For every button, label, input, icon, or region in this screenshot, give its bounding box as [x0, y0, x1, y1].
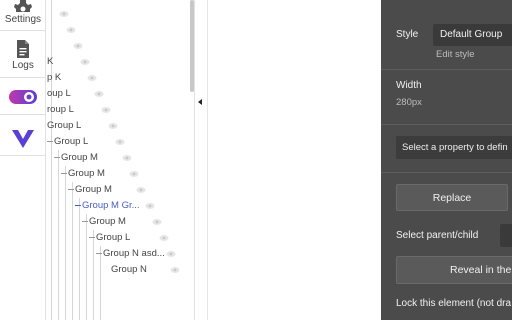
tree-item[interactable]: Group M	[68, 181, 112, 197]
eye-icon[interactable]	[80, 58, 90, 66]
tree-item[interactable]: Group L	[47, 133, 88, 149]
eye-icon[interactable]	[136, 186, 146, 194]
lock-element-label[interactable]: Lock this element (not dra	[396, 298, 511, 309]
rail-divider	[0, 77, 46, 78]
tree-item-label: Group M	[68, 167, 105, 179]
tree-item-label: K	[47, 55, 54, 67]
tree-item[interactable]: roup L	[47, 101, 74, 117]
tree-item-label: oup L	[47, 87, 71, 99]
logs-button[interactable]: Logs	[0, 40, 46, 71]
section-divider	[381, 69, 512, 70]
tree-item[interactable]: Group M	[54, 149, 98, 165]
section-divider	[381, 124, 512, 125]
style-dropdown[interactable]: Default Group	[433, 24, 512, 46]
eye-icon[interactable]	[166, 250, 176, 258]
tree-item-label: Group N	[111, 263, 147, 275]
eye-icon[interactable]	[66, 26, 76, 34]
plugin-button[interactable]	[0, 128, 46, 148]
tree-guide-line	[65, 166, 66, 320]
property-dropdown[interactable]: Select a property to defin	[396, 136, 512, 159]
tree-item[interactable]: Group M	[61, 165, 105, 181]
eye-icon[interactable]	[115, 138, 125, 146]
width-label: Width	[396, 80, 422, 91]
tree-item[interactable]: Group M	[82, 213, 126, 229]
plugin-icon	[12, 130, 34, 148]
element-tree: K p K oup L roup L Group L Group L Group…	[47, 0, 193, 320]
tree-item-label: Group M	[89, 215, 126, 227]
eye-icon[interactable]	[170, 266, 180, 274]
tree-panel-border	[194, 0, 195, 320]
tree-item[interactable]: oup L	[47, 85, 71, 101]
tree-connector	[54, 156, 60, 158]
toggle-icon	[9, 90, 37, 104]
gear-icon	[14, 0, 32, 12]
settings-label: Settings	[4, 14, 42, 25]
tree-item-label: Group L	[96, 231, 131, 243]
tree-item-label: roup L	[47, 103, 74, 115]
rail-divider	[0, 155, 46, 156]
tree-connector	[75, 204, 81, 206]
eye-icon[interactable]	[94, 90, 104, 98]
document-icon	[17, 40, 29, 58]
eye-icon[interactable]	[152, 218, 162, 226]
tree-guide-line	[58, 150, 59, 320]
tree-item-label: Group L	[54, 135, 89, 147]
tree-item-selected[interactable]: Group M Gr...	[75, 197, 140, 213]
tree-guide-line	[51, 0, 52, 320]
width-value: 280px	[396, 97, 422, 108]
logs-label: Logs	[12, 60, 34, 71]
eye-icon[interactable]	[87, 74, 97, 82]
tree-item-label: Group M Gr...	[82, 199, 140, 211]
tree-item-label: Group M	[61, 151, 98, 163]
tree-connector	[47, 140, 53, 142]
select-parent-label: Select parent/child	[396, 230, 479, 241]
replace-button[interactable]: Replace	[396, 184, 508, 211]
eye-icon[interactable]	[108, 122, 118, 130]
tree-item[interactable]: K	[47, 53, 53, 69]
tree-item-label: Group N asd...	[103, 247, 165, 259]
eye-icon[interactable]	[73, 42, 83, 50]
tree-guide-line	[86, 214, 87, 320]
collapse-panel-icon[interactable]	[198, 99, 202, 105]
tree-connector	[96, 252, 102, 254]
tree-guide-line	[79, 198, 80, 320]
tree-connector	[89, 236, 95, 238]
replace-button-label: Replace	[432, 191, 472, 204]
tree-item[interactable]: Group L	[89, 229, 130, 245]
settings-button[interactable]: Settings	[0, 0, 46, 25]
eye-icon[interactable]	[129, 170, 139, 178]
tree-item[interactable]: Group N asd...	[96, 245, 165, 261]
reveal-button[interactable]: Reveal in the	[396, 256, 512, 284]
left-toolbar: Settings Logs	[0, 0, 46, 320]
tree-connector	[61, 172, 67, 174]
edit-style-link[interactable]: Edit style	[436, 49, 475, 60]
toggle-plugin-button[interactable]	[0, 89, 46, 105]
style-label: Style	[396, 29, 419, 40]
tree-item-label: Group M	[75, 183, 112, 195]
eye-icon[interactable]	[159, 234, 169, 242]
tree-connector	[68, 188, 74, 190]
rail-divider	[0, 30, 46, 31]
style-dropdown-value: Default Group	[440, 29, 503, 40]
rail-divider	[0, 114, 46, 115]
tree-guide-line	[72, 182, 73, 320]
section-divider	[381, 172, 512, 173]
design-canvas[interactable]	[207, 0, 381, 320]
tree-connector	[82, 220, 88, 222]
parent-child-dropdown[interactable]	[500, 224, 512, 247]
reveal-button-label: Reveal in the	[450, 264, 512, 276]
property-editor: Style Default Group Edit style Width 280…	[381, 0, 512, 320]
tree-item[interactable]: Group L	[47, 117, 81, 133]
tree-item[interactable]: Group N	[111, 261, 147, 277]
property-dropdown-placeholder: Select a property to defin	[402, 142, 508, 153]
eye-icon[interactable]	[122, 154, 132, 162]
tree-item[interactable]: p K	[47, 69, 61, 85]
eye-icon[interactable]	[101, 106, 111, 114]
tree-item-label: Group L	[47, 119, 82, 131]
tree-item-label: p K	[47, 71, 62, 83]
eye-icon[interactable]	[145, 202, 155, 210]
eye-icon[interactable]	[59, 10, 69, 18]
